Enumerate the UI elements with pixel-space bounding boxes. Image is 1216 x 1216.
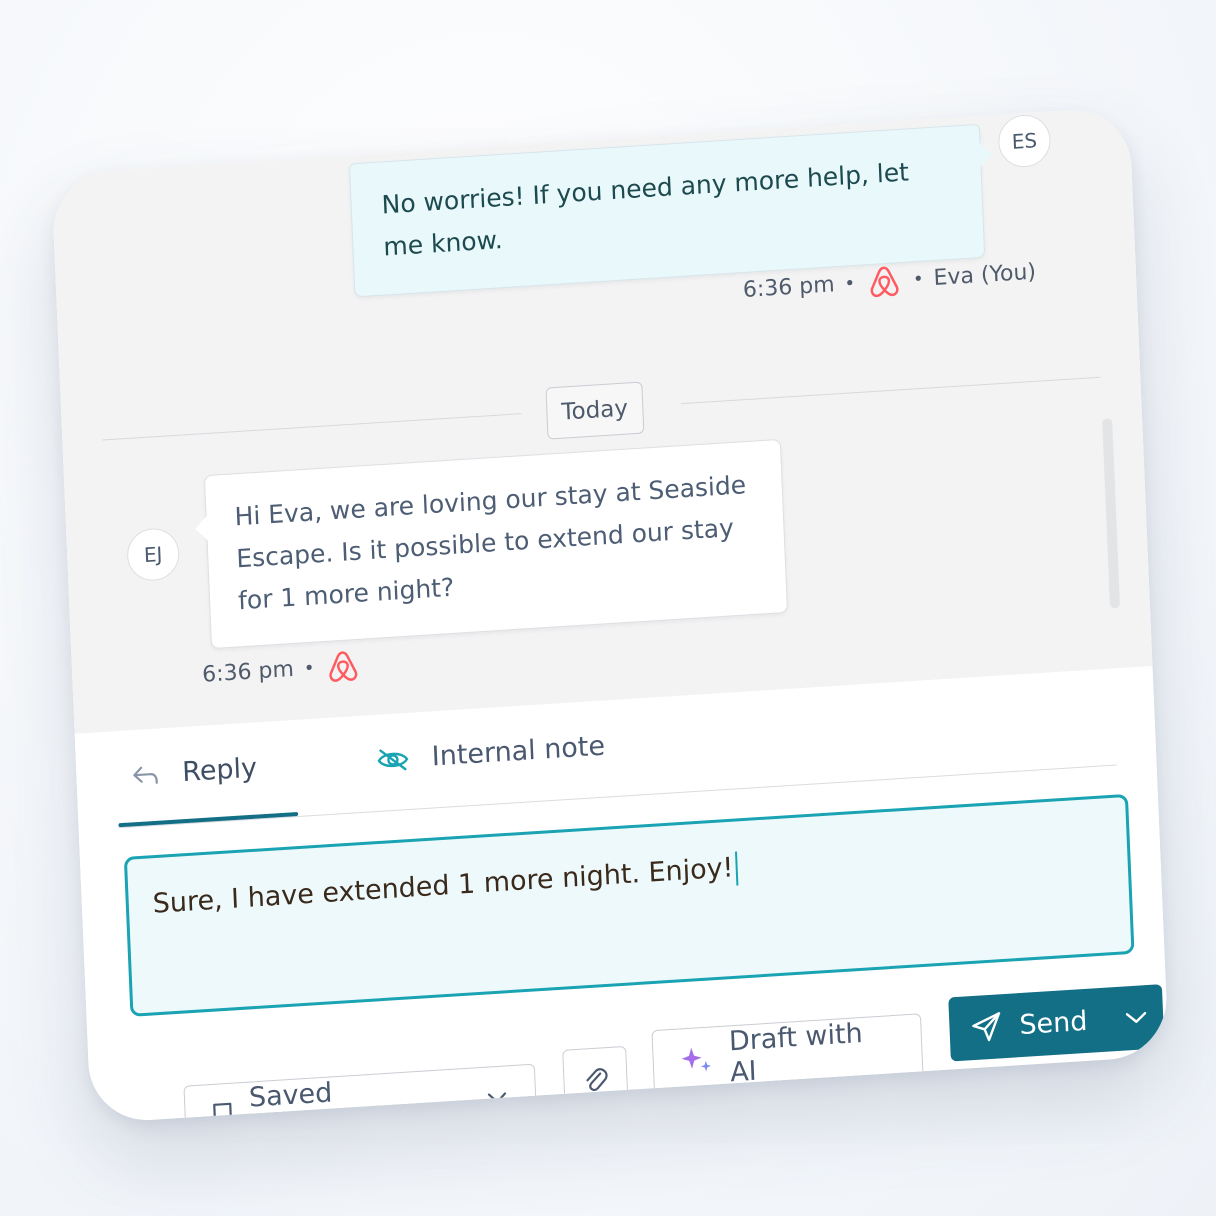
airbnb-icon: [864, 261, 904, 301]
ai-sparkle-icon: [679, 1043, 714, 1075]
active-tab-indicator: [118, 811, 299, 828]
send-split-divider: [1106, 1000, 1109, 1039]
send-label: Send: [1018, 1005, 1088, 1041]
meta-separator: •: [844, 272, 856, 295]
composer-toolbar: Saved messages: [182, 984, 1165, 1124]
chevron-down-icon: [485, 1089, 510, 1106]
saved-messages-label: Saved messages: [248, 1077, 386, 1123]
scene-background: No worries! If you need any more help, l…: [0, 0, 1216, 1216]
thread-scrollbar[interactable]: [1102, 418, 1121, 609]
conversation-card: No worries! If you need any more help, l…: [51, 106, 1169, 1124]
guest-message-bubble: Hi Eva, we are loving our stay at Seasid…: [203, 438, 789, 650]
divider-line: [681, 376, 1101, 405]
agent-avatar: ES: [997, 113, 1052, 169]
meta-separator: •: [303, 657, 315, 679]
tab-internal-note-label: Internal note: [431, 730, 606, 773]
paperclip-icon: [582, 1064, 609, 1096]
tab-reply-label: Reply: [181, 752, 258, 789]
bookmark-icon: [211, 1101, 234, 1124]
agent-message-text: No worries! If you need any more help, l…: [381, 157, 910, 262]
send-button[interactable]: Send: [948, 984, 1165, 1062]
guest-message-text: Hi Eva, we are loving our stay at Seasid…: [234, 470, 747, 616]
message-thread[interactable]: No worries! If you need any more help, l…: [51, 106, 1153, 734]
tab-reply[interactable]: Reply: [130, 752, 258, 791]
divider-line: [102, 413, 522, 441]
draft-with-ai-label: Draft with AI: [728, 1017, 864, 1089]
date-pill: Today: [545, 381, 644, 440]
airbnb-icon: [324, 646, 364, 686]
reply-composer: Reply Internal note Sure, I have extende…: [74, 666, 1169, 1124]
text-caret: [734, 851, 739, 886]
reply-draft-text: Sure, I have extended 1 more night. Enjo…: [152, 852, 735, 920]
agent-sender-name: Eva (You): [933, 259, 1037, 291]
reply-text-input[interactable]: Sure, I have extended 1 more night. Enjo…: [123, 793, 1135, 1017]
attach-file-button[interactable]: [562, 1045, 629, 1114]
draft-with-ai-button[interactable]: Draft with AI: [651, 1013, 924, 1095]
agent-message-time: 6:36 pm: [742, 271, 836, 303]
tab-internal-note[interactable]: Internal note: [375, 730, 606, 776]
guest-avatar: EJ: [126, 526, 181, 583]
saved-messages-button[interactable]: Saved messages: [183, 1063, 538, 1124]
send-icon: [969, 1009, 1004, 1045]
eye-off-icon: [375, 745, 410, 773]
guest-message-time: 6:36 pm: [201, 656, 295, 688]
reply-arrow-icon: [130, 762, 161, 788]
meta-separator: •: [912, 268, 925, 290]
send-options-chevron-icon[interactable]: [1123, 1008, 1150, 1028]
guest-message-meta: 6:36 pm •: [201, 646, 363, 694]
